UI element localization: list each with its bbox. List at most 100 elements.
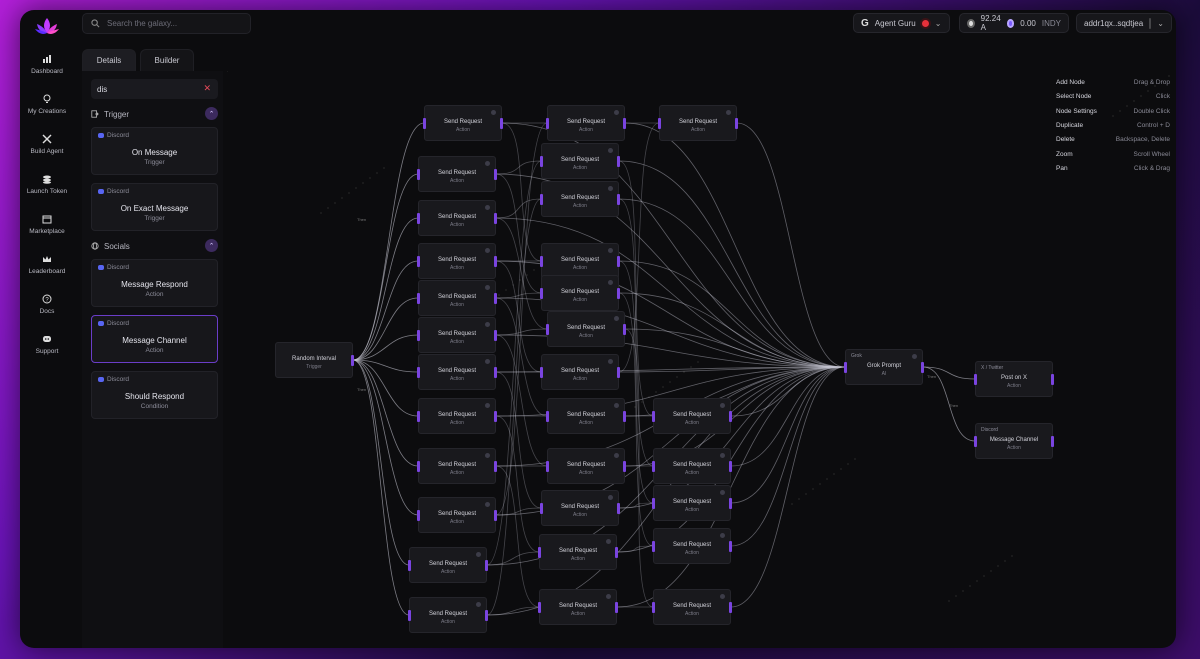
node-menu-dot-icon[interactable] [485, 359, 490, 364]
connection-edge[interactable] [352, 217, 419, 361]
input-port[interactable] [540, 156, 543, 167]
input-port[interactable] [974, 436, 977, 447]
node-menu-dot-icon[interactable] [614, 453, 619, 458]
output-port[interactable] [494, 510, 497, 521]
output-port[interactable] [485, 560, 488, 571]
connection-edge[interactable] [736, 122, 846, 368]
node-card-on-exact-message[interactable]: Discord On Exact Message Trigger [91, 183, 218, 231]
node-random-interval[interactable]: Random Interval Trigger [275, 342, 354, 378]
node-menu-dot-icon[interactable] [606, 594, 611, 599]
input-port[interactable] [417, 256, 420, 267]
nav-build-agent[interactable]: Build Agent [20, 134, 74, 155]
nav-launch-token[interactable]: Launch Token [20, 174, 74, 195]
node-send-request[interactable]: Send Request Action [546, 105, 626, 141]
node-send-request[interactable]: Send Request Action [417, 243, 497, 279]
connection-edge[interactable] [495, 160, 542, 175]
connection-edge[interactable] [730, 366, 846, 547]
nav-dashboard[interactable]: Dashboard [20, 54, 74, 75]
node-menu-dot-icon[interactable] [608, 248, 613, 253]
node-post-on-x[interactable]: X / Twitter Post on X Action [974, 361, 1054, 397]
input-port[interactable] [538, 602, 541, 613]
output-port[interactable] [351, 355, 354, 366]
search-bar[interactable]: Search the galaxy... [82, 13, 251, 34]
node-send-request[interactable]: Send Request Action [652, 528, 732, 564]
input-port[interactable] [417, 367, 420, 378]
node-send-request[interactable]: Send Request Action [540, 490, 620, 526]
output-port[interactable] [623, 461, 626, 472]
output-port[interactable] [729, 411, 732, 422]
input-port[interactable] [652, 461, 655, 472]
input-port[interactable] [546, 411, 549, 422]
node-menu-dot-icon[interactable] [614, 110, 619, 115]
input-port[interactable] [408, 560, 411, 571]
nav-support[interactable]: Support [20, 334, 74, 355]
node-send-request[interactable]: Send Request Action [417, 156, 497, 192]
collapse-icon[interactable]: ⌃ [205, 239, 218, 252]
connection-edge[interactable] [352, 359, 419, 467]
node-send-request[interactable]: Send Request Action [540, 143, 620, 179]
node-menu-dot-icon[interactable] [720, 490, 725, 495]
balance-pill[interactable]: 92.24 A 0.00 INDY [959, 13, 1069, 33]
connection-edge[interactable] [618, 198, 846, 368]
node-send-request[interactable]: Send Request Action [540, 181, 620, 217]
node-menu-dot-icon[interactable] [608, 359, 613, 364]
node-card-message-respond[interactable]: Discord Message Respond Action [91, 259, 218, 307]
node-send-request[interactable]: Send Request Action [417, 398, 497, 434]
output-port[interactable] [494, 330, 497, 341]
node-menu-dot-icon[interactable] [476, 602, 481, 607]
section-socials[interactable]: Socials ⌃ [91, 239, 218, 253]
tab-builder[interactable]: Builder [140, 49, 194, 71]
connection-edge[interactable] [352, 359, 419, 516]
output-port[interactable] [494, 367, 497, 378]
connection-edge[interactable] [495, 371, 542, 509]
input-port[interactable] [417, 213, 420, 224]
output-port[interactable] [729, 498, 732, 509]
node-send-request[interactable]: Send Request Action [652, 398, 732, 434]
input-port[interactable] [417, 461, 420, 472]
output-port[interactable] [485, 610, 488, 621]
output-port[interactable] [623, 411, 626, 422]
connection-edge[interactable] [495, 173, 542, 294]
node-menu-dot-icon[interactable] [720, 533, 725, 538]
node-send-request[interactable]: Send Request Action [417, 354, 497, 390]
output-port[interactable] [921, 362, 924, 373]
lotus-logo-icon[interactable] [34, 15, 60, 39]
connection-edge[interactable] [501, 122, 542, 262]
node-send-request[interactable]: Send Request Action [417, 317, 497, 353]
output-port[interactable] [494, 293, 497, 304]
connection-edge[interactable] [616, 366, 846, 553]
output-port[interactable] [617, 256, 620, 267]
connection-edge[interactable] [495, 334, 548, 467]
output-port[interactable] [1051, 374, 1054, 385]
node-menu-dot-icon[interactable] [491, 110, 496, 115]
node-send-request[interactable]: Send Request Action [417, 448, 497, 484]
node-menu-dot-icon[interactable] [485, 453, 490, 458]
output-port[interactable] [623, 324, 626, 335]
node-send-request[interactable]: Send Request Action [408, 547, 488, 583]
output-port[interactable] [615, 547, 618, 558]
node-menu-dot-icon[interactable] [608, 280, 613, 285]
node-grok-prompt[interactable]: Grok Grok Prompt AI [844, 349, 924, 385]
connection-edge[interactable] [618, 502, 654, 509]
input-port[interactable] [540, 503, 543, 514]
input-port[interactable] [540, 256, 543, 267]
node-menu-dot-icon[interactable] [485, 161, 490, 166]
node-send-request[interactable]: Send Request Action [538, 534, 618, 570]
node-send-request[interactable]: Send Request Action [546, 448, 626, 484]
input-port[interactable] [417, 293, 420, 304]
input-port[interactable] [417, 411, 420, 422]
connection-edge[interactable] [618, 160, 846, 368]
nav-my-creations[interactable]: My Creations [20, 94, 74, 115]
output-port[interactable] [494, 411, 497, 422]
node-send-request[interactable]: Send Request Action [652, 589, 732, 625]
input-port[interactable] [417, 330, 420, 341]
input-port[interactable] [652, 602, 655, 613]
node-menu-dot-icon[interactable] [614, 403, 619, 408]
output-port[interactable] [617, 156, 620, 167]
node-send-request[interactable]: Send Request Action [408, 597, 488, 633]
output-port[interactable] [494, 213, 497, 224]
node-menu-dot-icon[interactable] [912, 354, 917, 359]
flow-canvas[interactable]: Then Then Then Then Random Interval Trigger S… [227, 71, 1176, 648]
output-port[interactable] [617, 194, 620, 205]
agent-selector[interactable]: G Agent Guru ⌄ [853, 13, 950, 33]
